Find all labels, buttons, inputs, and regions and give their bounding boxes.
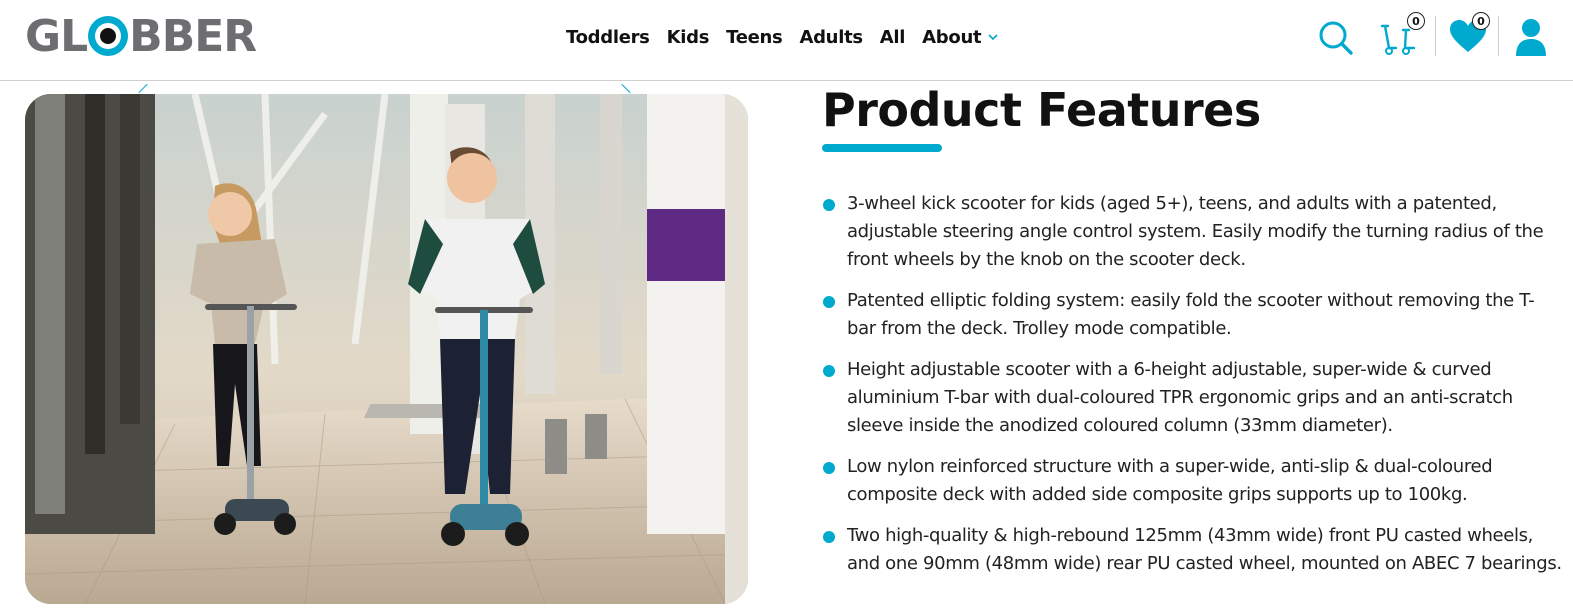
nav-item-all[interactable]: All (880, 27, 906, 48)
feature-item: 3-wheel kick scooter for kids (aged 5+),… (822, 190, 1562, 274)
account-button[interactable] (1513, 16, 1549, 58)
chevron-down-icon (988, 34, 998, 41)
feature-text: Patented elliptic folding system: easily… (847, 290, 1535, 339)
feature-item: Low nylon reinforced structure with a su… (822, 453, 1562, 509)
header-divider (1498, 16, 1499, 56)
product-lifestyle-photo (25, 94, 748, 604)
wishlist-count-badge: 0 (1472, 12, 1490, 30)
compare-count-badge: 0 (1407, 12, 1425, 30)
site-header: GL BBER Toddlers Kids Teens Adults All A… (0, 0, 1573, 81)
bullet-icon (823, 199, 835, 211)
feature-list: 3-wheel kick scooter for kids (aged 5+),… (822, 190, 1562, 578)
kids-riding-scooters-image (25, 94, 748, 604)
feature-item: Two high-quality & high-rebound 125mm (4… (822, 522, 1562, 578)
search-button[interactable] (1316, 18, 1356, 58)
logo-text-right: BBER (129, 10, 257, 62)
nav-item-teens[interactable]: Teens (726, 27, 783, 48)
nav-item-adults[interactable]: Adults (799, 27, 863, 48)
logo-text-left: GL (25, 10, 88, 62)
bullet-icon (823, 365, 835, 377)
logo-o-icon (88, 16, 129, 56)
feature-text: Height adjustable scooter with a 6-heigh… (847, 359, 1513, 436)
nav-item-toddlers[interactable]: Toddlers (566, 27, 650, 48)
wishlist-button[interactable]: 0 (1448, 12, 1498, 58)
feature-item: Patented elliptic folding system: easily… (822, 287, 1562, 343)
title-underline (822, 144, 942, 152)
feature-text: Two high-quality & high-rebound 125mm (4… (847, 525, 1562, 574)
product-features-title: Product Features (822, 83, 1261, 137)
header-divider (1435, 16, 1436, 56)
product-features-section: Product Features 3-wheel kick scooter fo… (822, 84, 1562, 591)
nav-item-about-label: About (922, 26, 982, 48)
bullet-icon (823, 531, 835, 543)
bullet-icon (823, 462, 835, 474)
feature-text: Low nylon reinforced structure with a su… (847, 456, 1493, 505)
nav-item-kids[interactable]: Kids (667, 27, 710, 48)
feature-item: Height adjustable scooter with a 6-heigh… (822, 356, 1562, 440)
decorative-line (621, 83, 631, 94)
decorative-line (138, 83, 148, 94)
globber-logo[interactable]: GL BBER (25, 10, 257, 62)
search-icon (1319, 21, 1353, 55)
feature-text: 3-wheel kick scooter for kids (aged 5+),… (847, 193, 1544, 270)
compare-button[interactable]: 0 (1376, 12, 1426, 60)
nav-item-about[interactable]: About (922, 27, 999, 48)
user-icon (1516, 19, 1546, 56)
main-nav: Toddlers Kids Teens Adults All About (566, 22, 999, 52)
bullet-icon (823, 296, 835, 308)
